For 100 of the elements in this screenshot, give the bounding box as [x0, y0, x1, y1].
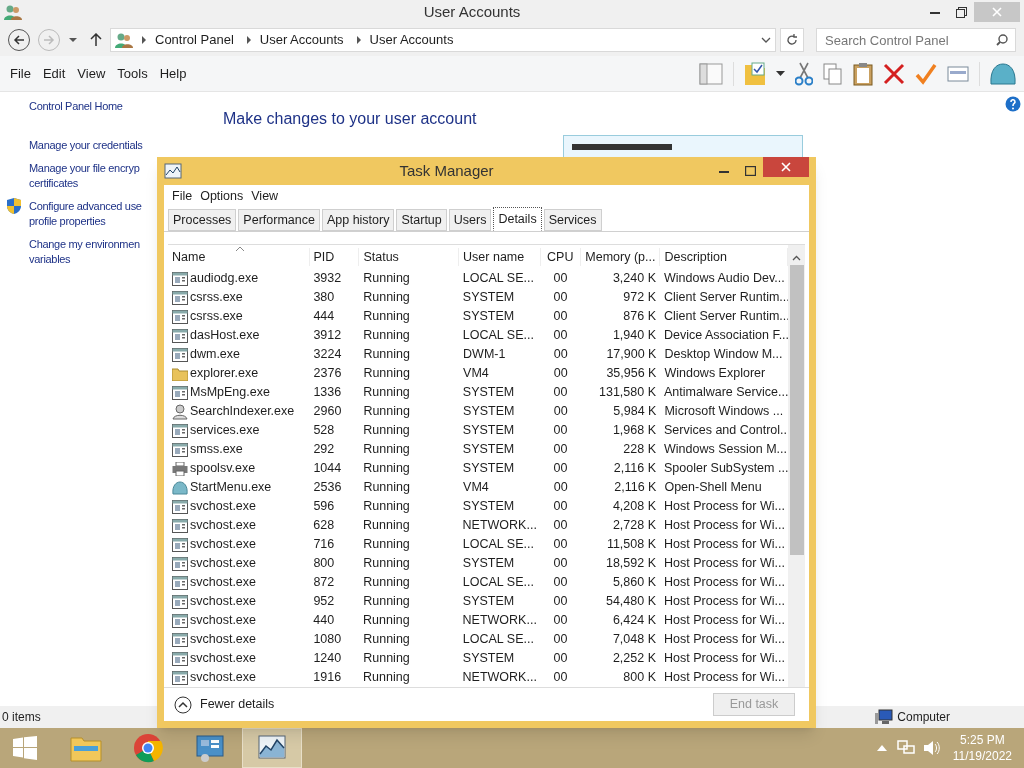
- table-cell: 1240: [313, 651, 342, 666]
- program-icon: [172, 271, 188, 286]
- checkmark-icon[interactable]: [915, 62, 937, 85]
- tab[interactable]: Details: [493, 207, 542, 231]
- breadcrumb-link[interactable]: User Accounts: [259, 30, 344, 50]
- table-cell-text: dasHost.exe: [190, 327, 260, 345]
- dropdown-icon[interactable]: [776, 70, 785, 77]
- table-cell: 00: [553, 461, 568, 476]
- table-cell-text: MsMpEng.exe: [190, 384, 270, 402]
- table-cell: 00: [553, 575, 568, 590]
- address-field[interactable]: Control Panel User Accounts User Accounts: [110, 28, 776, 52]
- up-arrow-icon[interactable]: [90, 33, 102, 47]
- breadcrumb-link[interactable]: User Accounts: [369, 30, 454, 50]
- menu-item[interactable]: Help: [153, 59, 193, 88]
- menu-item[interactable]: Options: [196, 187, 248, 206]
- table-cell-text: svchost.exe: [190, 593, 256, 611]
- task-manager-icon[interactable]: [257, 734, 287, 762]
- sidebar-link[interactable]: Configure advanced use profile properties: [29, 199, 142, 229]
- program-icon: [172, 594, 188, 609]
- table-cell: 18,592 K: [605, 556, 656, 571]
- table-cell-text: svchost.exe: [190, 574, 256, 592]
- dropdown-icon[interactable]: [761, 36, 771, 44]
- table-cell-text: csrss.exe: [190, 289, 243, 307]
- copy-icon[interactable]: [823, 62, 843, 85]
- table-cell: Running: [363, 347, 410, 362]
- tab[interactable]: Processes: [168, 209, 237, 231]
- clipboard-icon[interactable]: [853, 61, 873, 86]
- table-cell-text: svchost.exe: [190, 669, 256, 687]
- table-cell: SYSTEM: [463, 404, 515, 419]
- table-cell: 00: [553, 613, 568, 628]
- breadcrumb-link[interactable]: Control Panel: [155, 30, 234, 50]
- program-icon: [172, 423, 188, 438]
- folder-options-icon[interactable]: [744, 61, 766, 86]
- volume-icon[interactable]: [922, 740, 941, 756]
- program-icon: [172, 518, 188, 533]
- table-cell: Running: [363, 442, 410, 457]
- table-cell: 00: [553, 347, 568, 362]
- search-field[interactable]: Search Control Panel: [816, 28, 1016, 52]
- table-cell: Running: [363, 575, 410, 590]
- sidebar-link[interactable]: Manage your credentials: [29, 138, 143, 153]
- chevron-icon[interactable]: [355, 36, 362, 44]
- table-cell: SYSTEM: [462, 594, 515, 609]
- program-icon: [172, 328, 188, 343]
- delete-icon[interactable]: [883, 62, 905, 85]
- taskbar-button[interactable]: [242, 728, 302, 768]
- zone-label: Computer: [897, 709, 950, 726]
- minimize-icon: [930, 10, 940, 14]
- column-header[interactable]: PID: [309, 247, 360, 267]
- help-icon[interactable]: [1005, 96, 1021, 112]
- column-header[interactable]: Status: [359, 247, 460, 267]
- table-cell: Windows Explorer: [664, 366, 766, 381]
- scroll-up-icon[interactable]: [792, 255, 801, 261]
- show-hidden-icons-icon[interactable]: [876, 745, 887, 751]
- table-cell: Desktop Window M...: [664, 347, 783, 362]
- refresh-button[interactable]: [780, 28, 804, 52]
- menu-item[interactable]: View: [71, 59, 112, 88]
- sidebar-link[interactable]: Control Panel Home: [29, 99, 123, 114]
- table-cell: 292: [313, 442, 335, 457]
- table-cell-text: svchost.exe: [190, 631, 256, 649]
- properties-icon[interactable]: [947, 64, 969, 83]
- sidebar-link[interactable]: Manage your file encryp certificates: [29, 161, 140, 191]
- table-cell: Running: [363, 480, 410, 495]
- table-cell: Host Process for Wi...: [664, 518, 785, 533]
- control-panel-icon[interactable]: [195, 734, 225, 762]
- sidebar-link[interactable]: Change my environmen variables: [29, 237, 140, 267]
- tab[interactable]: Startup: [396, 209, 447, 231]
- table-cell: 872: [313, 575, 335, 590]
- program-icon: [172, 575, 188, 590]
- scrollbar[interactable]: [788, 245, 805, 687]
- table-cell: 00: [553, 366, 568, 381]
- tab[interactable]: App history: [321, 209, 395, 231]
- tab[interactable]: Performance: [238, 209, 320, 231]
- menu-item[interactable]: File: [168, 187, 197, 206]
- menu-item[interactable]: File: [4, 59, 37, 88]
- table-cell: SYSTEM: [462, 442, 515, 457]
- folder-icon: [172, 366, 188, 381]
- chevron-icon[interactable]: [245, 36, 252, 44]
- scissors-icon[interactable]: [795, 61, 813, 86]
- tab[interactable]: Services: [543, 209, 602, 231]
- tab[interactable]: Users: [448, 209, 492, 231]
- search-icon[interactable]: [996, 34, 1008, 46]
- table-cell: LOCAL SE...: [462, 328, 534, 343]
- menu-item[interactable]: Edit: [36, 59, 72, 88]
- table-cell: Host Process for Wi...: [664, 613, 785, 628]
- network-icon[interactable]: [896, 740, 915, 756]
- column-header[interactable]: User name: [459, 247, 541, 267]
- browser-icon[interactable]: [133, 733, 163, 763]
- column-header[interactable]: CPU: [540, 247, 581, 267]
- menu-item[interactable]: View: [247, 187, 283, 206]
- menu-item[interactable]: Tools: [111, 59, 154, 88]
- column-header[interactable]: Memory (p...: [580, 247, 661, 267]
- table-cell: Running: [363, 537, 410, 552]
- program-icon: [172, 670, 188, 685]
- table-cell: 7,048 K: [612, 632, 656, 647]
- table-cell: NETWORK...: [462, 670, 537, 685]
- column-header[interactable]: Name: [168, 247, 310, 267]
- dropdown-icon[interactable]: [68, 37, 78, 43]
- shell-icon[interactable]: [990, 61, 1016, 86]
- chevron-icon[interactable]: [141, 36, 147, 44]
- fewer-details-button[interactable]: Fewer details: [174, 695, 275, 714]
